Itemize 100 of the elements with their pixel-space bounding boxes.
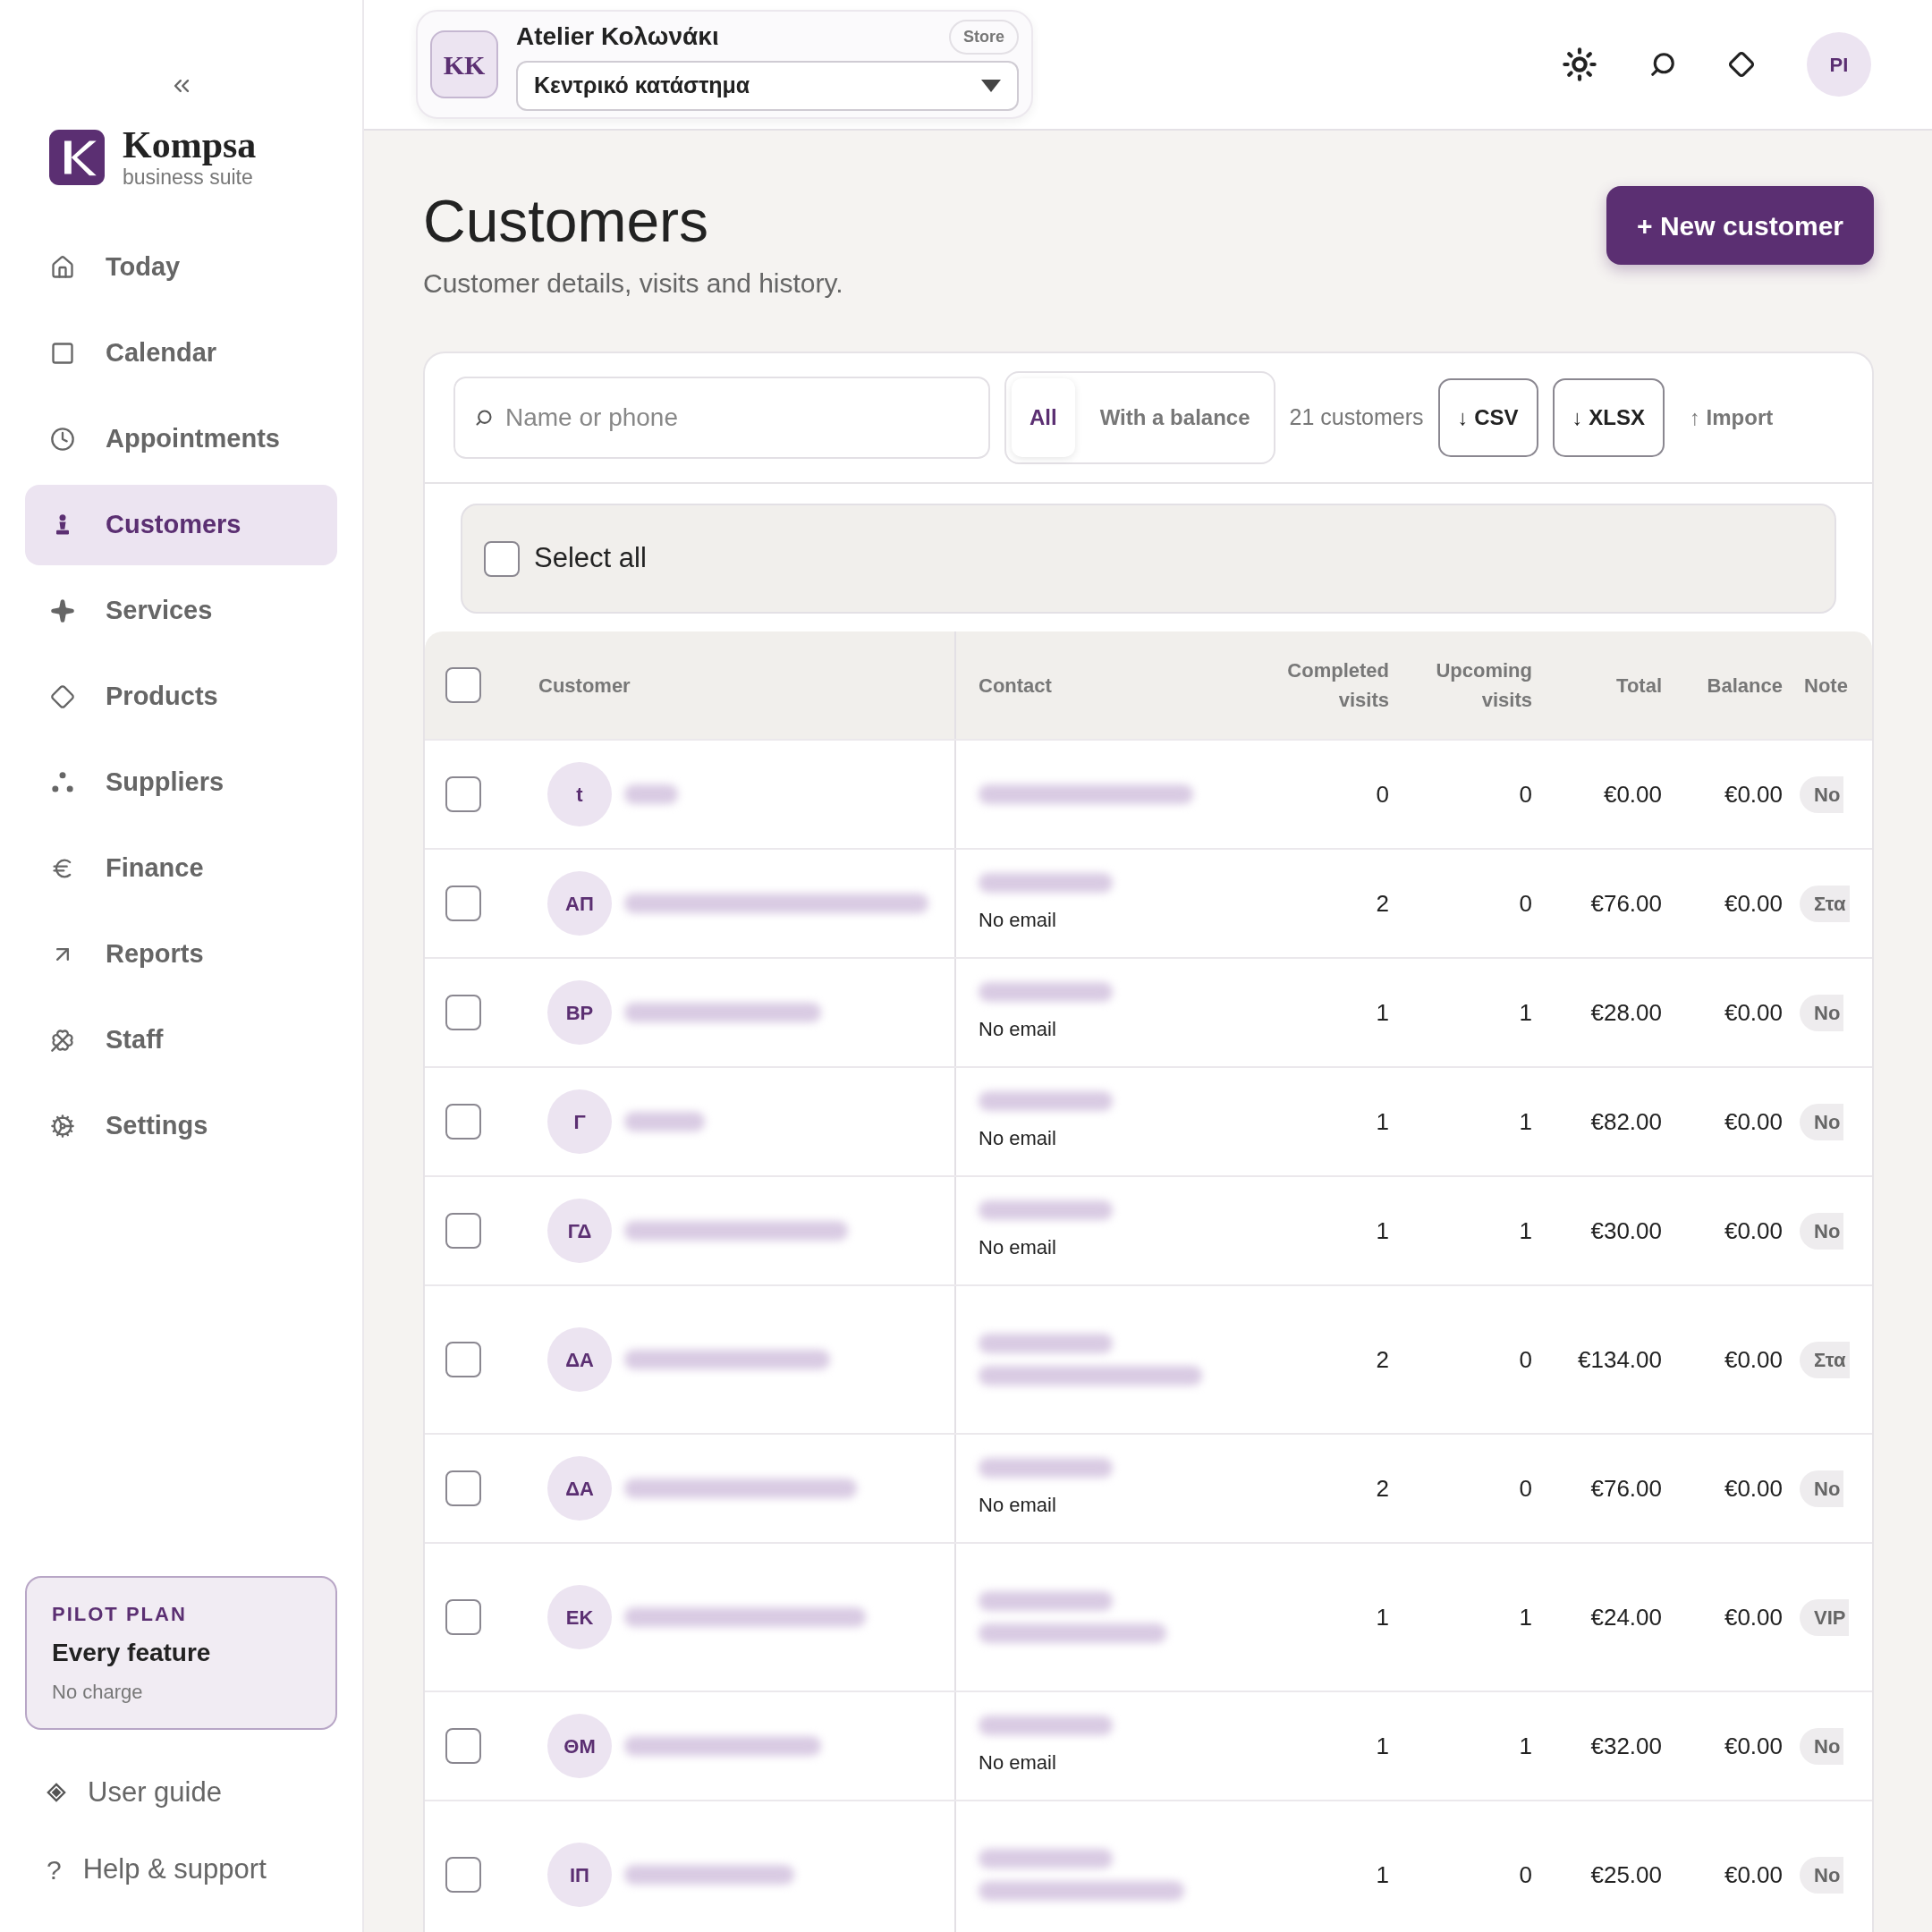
blurred-text (624, 784, 678, 804)
square-icon (50, 341, 75, 366)
table-cell-text: €76.00 (1590, 1473, 1662, 1504)
nav-item[interactable]: Staff (25, 1000, 337, 1080)
location-select[interactable]: Κεντρικό κατάστημα (516, 61, 1019, 111)
new-customer-button[interactable]: + New customer (1606, 186, 1874, 265)
table-cell-text: €0.00 (1724, 1860, 1783, 1890)
table-row[interactable]: ΘΜ No email 1 1 €32.00 €0.00 No (425, 1690, 1872, 1800)
checkbox[interactable] (445, 995, 481, 1030)
checkbox[interactable] (445, 1470, 481, 1506)
note-tag: No (1800, 1727, 1844, 1765)
checkbox[interactable] (445, 776, 481, 812)
table-row[interactable]: ΔΑ No email 2 0 €76.00 €0.00 No (425, 1433, 1872, 1542)
theme-icon[interactable] (1562, 47, 1597, 82)
table-row[interactable]: ΕΚ 1 1 €24.00 €0.00 VIP (425, 1542, 1872, 1690)
table-row[interactable]: Γ No email 1 1 €82.00 €0.00 No (425, 1066, 1872, 1175)
search-input[interactable]: Name or phone (505, 399, 969, 436)
customer-avatar: ΕΚ (547, 1585, 612, 1649)
checkbox[interactable] (445, 1104, 481, 1140)
table-cell-text: €0.00 (1724, 1473, 1783, 1504)
table-cell-text: €32.00 (1590, 1731, 1662, 1761)
diamond-icon[interactable] (1728, 49, 1755, 80)
store-switcher[interactable]: KK Atelier Κολωνάκι Store Κεντρικό κατάστημα (416, 10, 1033, 119)
table-row[interactable]: ΓΔ No email 1 1 €30.00 €0.00 No (425, 1175, 1872, 1284)
table-cell-text: 1 (1519, 1216, 1532, 1246)
customer-avatar: ΓΔ (547, 1199, 612, 1263)
column-header: Upcoming visits (1435, 658, 1532, 713)
user-avatar[interactable]: PI (1807, 32, 1871, 97)
export-button[interactable]: ↓ CSV (1437, 378, 1538, 457)
table-cell-text: 1 (1519, 1731, 1532, 1761)
nav-item[interactable]: Calendar (25, 313, 337, 394)
column-header: Completed visits (1286, 658, 1389, 713)
sidebar-link[interactable]: User guide (47, 1766, 337, 1819)
table-cell-text: €28.00 (1590, 997, 1662, 1028)
plan-note: No charge (52, 1680, 144, 1705)
dropdown-icon (981, 80, 1001, 92)
note-tag: No (1800, 1470, 1844, 1507)
table-cell-text: €0.00 (1724, 1106, 1783, 1137)
search-field[interactable]: Name or phone (453, 377, 990, 459)
help-glyph: ? (47, 1853, 62, 1886)
table-cell-text: 1 (1376, 1216, 1389, 1246)
clover-icon (50, 1028, 75, 1053)
note-tag: No (1800, 1212, 1844, 1250)
checkbox[interactable] (445, 1728, 481, 1764)
checkbox[interactable] (445, 1857, 481, 1893)
table-cell-text: 0 (1376, 779, 1389, 809)
nav-item[interactable]: Products (25, 657, 337, 737)
sparkle-icon (50, 598, 75, 623)
table-cell-text: 1 (1376, 997, 1389, 1028)
house-icon (50, 255, 75, 280)
table-cell-text: 0 (1519, 888, 1532, 919)
store-initials: KK (430, 30, 498, 98)
checkbox[interactable] (445, 1599, 481, 1635)
settings-icon (50, 1114, 75, 1139)
table-cell-text: €0.00 (1724, 779, 1783, 809)
table-row[interactable]: ΙΠ 1 0 €25.00 €0.00 No (425, 1800, 1872, 1932)
import-button[interactable]: ↑ Import (1678, 378, 1784, 457)
nav-item[interactable]: Today (25, 227, 337, 308)
table-row[interactable]: t 0 0 €0.00 €0.00 No (425, 739, 1872, 848)
store-name: Atelier Κολωνάκι (516, 21, 719, 52)
table-cell-text: 2 (1376, 1473, 1389, 1504)
nav-item[interactable]: Settings (25, 1086, 337, 1166)
table-cell-text: 0 (1519, 1860, 1532, 1890)
nav-item[interactable]: Finance (25, 828, 337, 909)
table-cell-text: 1 (1519, 997, 1532, 1028)
export-button[interactable]: ↓ XLSX (1552, 378, 1665, 457)
brand-tagline: business suite (123, 165, 254, 190)
table-row[interactable]: ΑΠ No email 2 0 €76.00 €0.00 Στα (425, 848, 1872, 957)
nav-item[interactable]: Reports (25, 914, 337, 995)
search-icon[interactable] (1649, 51, 1676, 78)
nav-item[interactable]: Appointments (25, 399, 337, 479)
note-tag: No (1800, 1103, 1844, 1140)
checkbox[interactable] (445, 886, 481, 921)
checkbox[interactable] (445, 1342, 481, 1377)
nav-item[interactable]: Services (25, 571, 337, 651)
sidebar-link[interactable]: ? Help & support (47, 1843, 337, 1896)
table-cell-text: 1 (1519, 1602, 1532, 1632)
diamond-icon (50, 684, 75, 709)
link-label: Help & support (82, 1852, 267, 1886)
checkbox[interactable] (484, 540, 520, 577)
table-cell-text: €0.00 (1724, 1731, 1783, 1761)
checkbox[interactable] (445, 1213, 481, 1249)
plan-title: Every feature (52, 1638, 212, 1668)
checkbox[interactable] (445, 667, 481, 703)
nav-item[interactable]: Suppliers (25, 742, 337, 823)
table-row[interactable]: ΒΡ No email 1 1 €28.00 €0.00 No (425, 957, 1872, 1066)
link-label: User guide (88, 1775, 222, 1809)
customer-avatar: ΑΠ (547, 871, 612, 936)
table-row[interactable]: ΔΑ 2 0 €134.00 €0.00 Στα (425, 1284, 1872, 1433)
filter-tab[interactable]: All (1012, 378, 1075, 457)
table-cell-text: €134.00 (1578, 1344, 1662, 1375)
table-cell-text: 0 (1519, 1344, 1532, 1375)
column-header: Contact (979, 673, 1052, 699)
table-cell-text: 1 (1376, 1731, 1389, 1761)
filter-tab[interactable]: With a balance (1081, 378, 1268, 457)
table-cell-text: 1 (1376, 1602, 1389, 1632)
nav-item[interactable]: Customers (25, 485, 337, 565)
location-value: Κεντρικό κατάστημα (534, 72, 750, 100)
note-tag: No (1800, 775, 1844, 813)
contact-text: No email (979, 1750, 1057, 1775)
